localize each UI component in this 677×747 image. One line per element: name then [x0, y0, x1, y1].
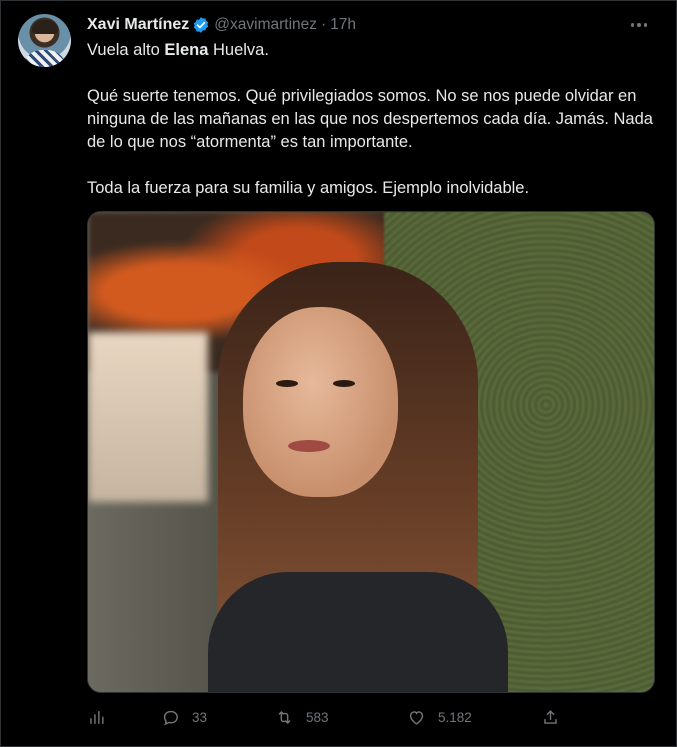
share-button[interactable] — [541, 705, 560, 729]
avatar[interactable] — [18, 14, 71, 67]
author-handle[interactable]: @xavimartinez — [214, 16, 317, 34]
separator-dot: · — [321, 16, 327, 33]
retweet-icon — [278, 710, 291, 724]
reply-count: 33 — [192, 709, 208, 725]
photo-face — [243, 307, 398, 497]
tweet-time[interactable]: 17h — [330, 16, 356, 34]
more-options-icon[interactable] — [626, 15, 652, 35]
tweet-actions: 33 583 5.182 — [87, 705, 567, 729]
more-dot — [637, 23, 641, 27]
like-count: 5.182 — [438, 709, 472, 725]
author-name[interactable]: Xavi Martínez — [87, 16, 189, 34]
tweet-paragraph-1: Vuela alto Elena Huelva. — [87, 39, 662, 62]
retweet-count: 583 — [306, 709, 329, 725]
photo-background-light — [88, 332, 208, 502]
retweet-button[interactable]: 583 — [275, 705, 329, 729]
tweet-photo[interactable] — [87, 211, 655, 693]
photo-sweater — [208, 572, 508, 692]
text-fragment: Vuela alto — [87, 41, 165, 59]
tweet-text: Vuela alto Elena Huelva. Qué suerte tene… — [87, 39, 662, 200]
avatar-shirt — [22, 50, 67, 67]
text-fragment: Huelva. — [208, 41, 269, 59]
analytics-button[interactable] — [87, 705, 106, 729]
more-dot — [630, 23, 635, 27]
like-button[interactable]: 5.182 — [407, 705, 472, 729]
tweet-header: Xavi Martínez @xavimartinez · 17h — [87, 14, 356, 36]
photo-lips — [288, 440, 330, 452]
photo-eye — [276, 380, 298, 387]
more-dot — [643, 23, 648, 27]
tweet-card[interactable]: Xavi Martínez @xavimartinez · 17h Vuela … — [0, 0, 677, 747]
photo-eye — [333, 380, 355, 387]
tweet-paragraph-2: Qué suerte tenemos. Qué privilegiados so… — [87, 87, 653, 151]
heart-icon — [409, 710, 424, 725]
analytics-icon — [90, 710, 104, 724]
reply-button[interactable]: 33 — [161, 705, 207, 729]
reply-icon — [163, 710, 178, 725]
tweet-paragraph-3: Toda la fuerza para su familia y amigos.… — [87, 179, 530, 197]
text-bold-name: Elena — [164, 41, 209, 59]
share-icon — [544, 709, 557, 724]
verified-badge-icon — [192, 16, 210, 34]
avatar-hair — [32, 20, 58, 34]
